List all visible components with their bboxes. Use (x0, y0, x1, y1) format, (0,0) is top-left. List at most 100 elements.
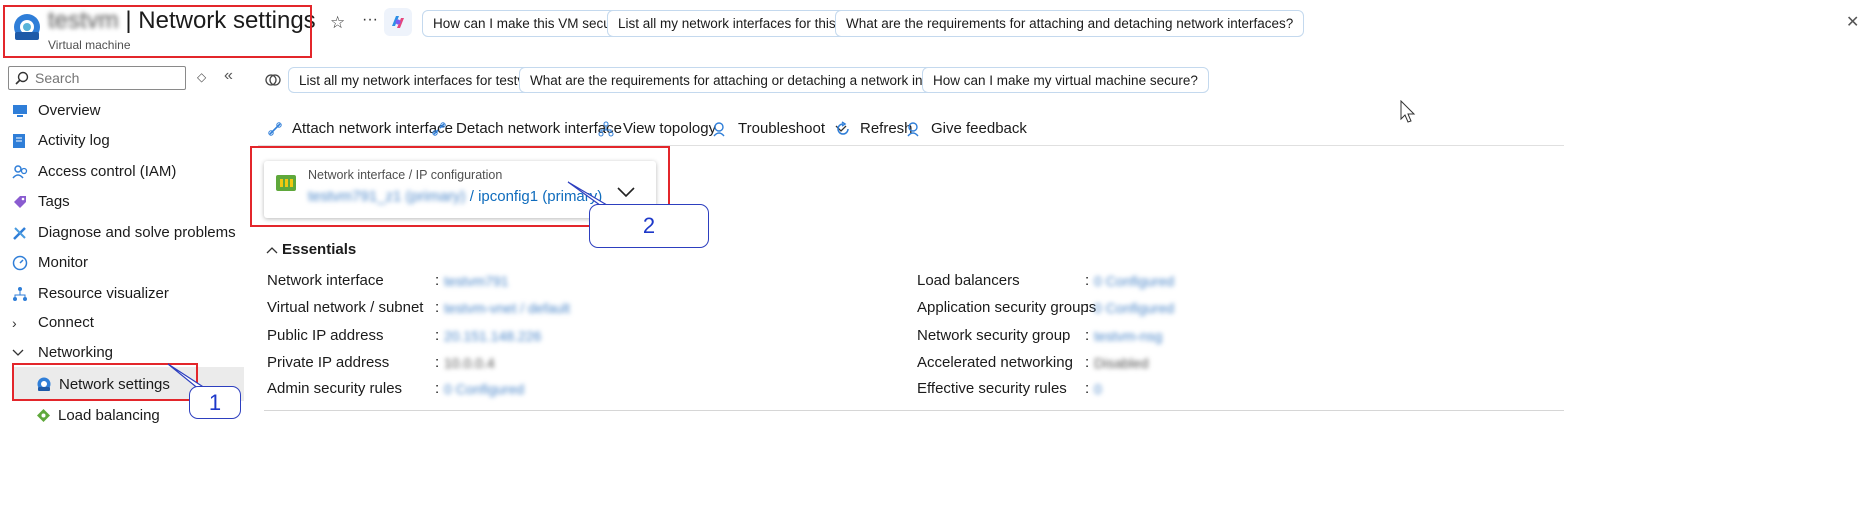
tag-icon (12, 194, 38, 210)
sidebar-item-label: Networking (38, 344, 114, 361)
top-suggestion-chip[interactable]: List all my network interfaces for this … (607, 10, 871, 37)
essentials-title: Essentials (282, 241, 357, 258)
copilot-suggestions-icon (265, 72, 281, 91)
troubleshoot-label: Troubleshoot (738, 120, 825, 137)
view-topology-button[interactable]: View topology (598, 120, 716, 137)
collapse-sidebar-icon[interactable]: « (224, 67, 233, 85)
load-balancer-icon (36, 408, 51, 423)
essentials-label: Network interface (267, 272, 384, 289)
sidebar-item-overview[interactable]: Overview (12, 102, 101, 119)
essentials-value-link[interactable]: testvm-nsg (1094, 328, 1162, 344)
sidebar-item-label: Connect (38, 314, 94, 331)
sidebar-item-label: Diagnose and solve problems (38, 224, 236, 241)
essentials-value: Disabled (1094, 355, 1149, 371)
sidebar-item-tags[interactable]: Tags (12, 193, 70, 210)
sidebar-item-connect[interactable]: › Connect (12, 314, 94, 331)
search-input[interactable] (35, 70, 175, 86)
essentials-label: Effective security rules (917, 380, 1067, 397)
sidebar-item-label: Overview (38, 102, 101, 119)
essentials-colon: : (1085, 354, 1090, 371)
callout-2: 2 (589, 204, 709, 248)
essentials-colon: : (435, 380, 440, 397)
essentials-divider (264, 410, 1564, 411)
log-icon (12, 133, 38, 149)
troubleshoot-button[interactable]: Troubleshoot (711, 120, 852, 137)
essentials-colon: : (1085, 299, 1090, 316)
attach-icon (267, 121, 288, 137)
callout-1: 1 (189, 386, 241, 419)
sort-icon[interactable]: ◇ (197, 70, 206, 84)
feedback-icon (906, 121, 927, 137)
hierarchy-icon (12, 286, 38, 302)
favorite-star-icon[interactable]: ☆ (330, 13, 345, 33)
topology-label: View topology (623, 120, 717, 137)
refresh-icon (835, 120, 856, 137)
essentials-colon: : (1085, 380, 1090, 397)
detach-nic-button[interactable]: Detach network interface (431, 120, 622, 137)
topology-icon (598, 121, 619, 137)
sidebar-item-label: Load balancing (58, 407, 160, 424)
sidebar-item-access-control[interactable]: Access control (IAM) (12, 163, 176, 180)
search-box[interactable] (8, 66, 186, 90)
essentials-colon: : (1085, 272, 1090, 289)
essentials-label: Admin security rules (267, 380, 403, 397)
attach-nic-button[interactable]: Attach network interface (267, 120, 453, 137)
people-icon (12, 164, 38, 180)
sidebar-item-monitor[interactable]: Monitor (12, 254, 88, 271)
copilot-icon[interactable] (384, 8, 412, 36)
annotation-box-header (3, 5, 312, 58)
copilot-suggestion-chip[interactable]: How can I make my virtual machine secure… (922, 67, 1209, 93)
essentials-label: Application security groups (917, 299, 1097, 316)
sidebar-item-label: Activity log (38, 132, 110, 149)
essentials-colon: : (435, 354, 440, 371)
essentials-value-link[interactable]: testvm-vnet / default (444, 300, 570, 316)
essentials-label: Private IP address (267, 354, 390, 371)
essentials-header[interactable]: Essentials (266, 241, 356, 258)
chevron-down-icon (12, 349, 38, 357)
essentials-label: Virtual network / subnet (267, 299, 424, 316)
chevron-up-icon (266, 246, 278, 254)
essentials-value-link[interactable]: 0 Configured (1094, 300, 1174, 316)
refresh-button[interactable]: Refresh (835, 120, 913, 137)
sidebar-item-label: Resource visualizer (38, 285, 169, 302)
sidebar-item-label: Access control (IAM) (38, 163, 177, 180)
give-feedback-button[interactable]: Give feedback (906, 120, 1027, 137)
sidebar-item-diagnose[interactable]: Diagnose and solve problems (12, 224, 236, 241)
feedback-label: Give feedback (931, 120, 1027, 137)
sidebar-item-networking[interactable]: Networking (12, 344, 113, 361)
essentials-value-link[interactable]: 0 Configured (444, 381, 524, 397)
detach-icon (431, 121, 452, 137)
attach-label: Attach network interface (292, 120, 453, 137)
copilot-suggestion-chip[interactable]: List all my network interfaces for testv… (288, 67, 551, 93)
troubleshoot-icon (711, 121, 732, 137)
wrench-icon (12, 225, 38, 241)
gauge-icon (12, 255, 38, 271)
sidebar-item-resource-visualizer[interactable]: Resource visualizer (12, 285, 169, 302)
essentials-label: Network security group (917, 327, 1071, 344)
essentials-value: 10.0.0.4 (444, 355, 495, 371)
essentials-label: Load balancers (917, 272, 1020, 289)
essentials-value-link[interactable]: 0 Configured (1094, 273, 1174, 289)
close-icon[interactable]: ✕ (1846, 12, 1858, 32)
essentials-value-link[interactable]: 20.151.148.226 (444, 328, 541, 344)
essentials-colon: : (435, 272, 440, 289)
more-options-icon[interactable]: ··· (362, 11, 378, 29)
sidebar-item-label: Monitor (38, 254, 89, 271)
sidebar-item-load-balancing[interactable]: Load balancing (36, 407, 160, 424)
top-suggestion-chip[interactable]: What are the requirements for attaching … (835, 10, 1305, 37)
search-icon (15, 71, 29, 85)
chevron-right-icon: › (12, 314, 17, 331)
essentials-colon: : (435, 299, 440, 316)
refresh-label: Refresh (860, 120, 913, 137)
monitor-icon (12, 104, 38, 118)
mouse-cursor-icon (1400, 99, 1416, 127)
essentials-colon: : (435, 327, 440, 344)
essentials-label: Public IP address (267, 327, 384, 344)
copilot-suggestion-chip[interactable]: What are the requirements for attaching … (519, 67, 983, 93)
essentials-label: Accelerated networking (917, 354, 1073, 371)
essentials-value-link[interactable]: testvm791 (444, 273, 509, 289)
essentials-colon: : (1085, 327, 1090, 344)
sidebar-item-activity-log[interactable]: Activity log (12, 132, 110, 149)
essentials-value-link[interactable]: 0 (1094, 381, 1102, 397)
sidebar-item-label: Tags (38, 193, 70, 210)
